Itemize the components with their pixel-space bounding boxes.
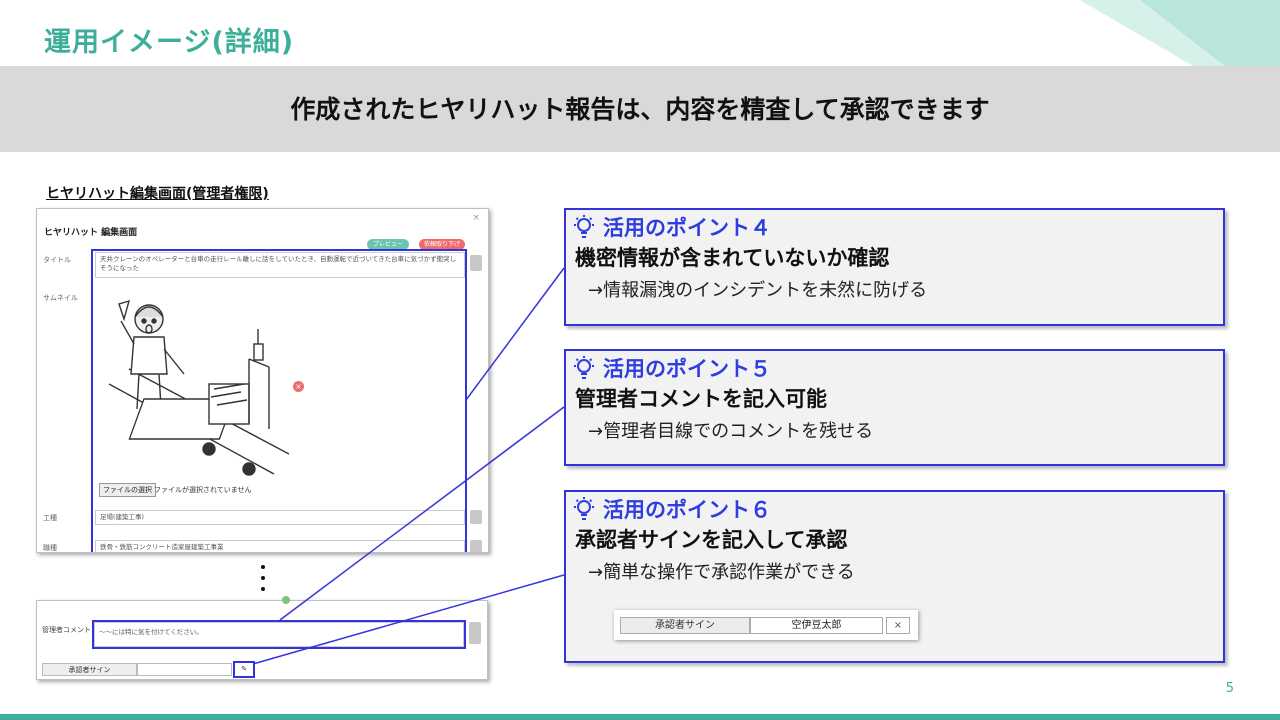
slide-title: 運用イメージ(詳細) [44, 27, 295, 58]
sign-field[interactable] [137, 663, 232, 676]
clear-sign-button[interactable]: × [886, 617, 910, 634]
callout-heading: 機密情報が含まれていないか確認 [575, 246, 890, 270]
ellipsis-dot [261, 587, 265, 591]
callout-description: →管理者目線でのコメントを残せる [588, 421, 874, 442]
callout-label: 活用のポイント４ [603, 216, 771, 240]
sign-example-value[interactable]: 空伊豆太郎 [750, 617, 883, 634]
callout-header: 活用のポイント６ [571, 496, 771, 522]
callout-heading: 承認者サインを記入して承認 [575, 528, 848, 552]
work-type-label: 工種 [43, 514, 57, 522]
content-highlight-frame [91, 249, 467, 552]
headline-text: 作成されたヒヤリハット報告は、内容を精査して承認できます [290, 95, 990, 124]
lightbulb-icon [574, 497, 594, 520]
edit-screen-window: × ヒヤリハット 編集画面 プレビュー 依頼取り下げ タイトル 天井クレーンのオ… [36, 208, 489, 553]
callout-description: →簡単な操作で承認作業ができる [588, 562, 855, 583]
edit-screen-title: ヒヤリハット 編集画面 [44, 228, 138, 238]
job-type-dropdown[interactable] [470, 540, 482, 552]
callout-header: 活用のポイント５ [571, 355, 771, 381]
callout-label: 活用のポイント５ [603, 357, 771, 381]
callout-label: 活用のポイント６ [603, 498, 771, 522]
callout-header: 活用のポイント４ [571, 214, 771, 240]
callout-point-6: 活用のポイント６ 承認者サインを記入して承認 →簡単な操作で承認作業ができる 承… [564, 490, 1225, 663]
callout-description: →情報漏洩のインシデントを未然に防げる [588, 280, 928, 301]
ellipsis-dot [261, 576, 265, 580]
comment-label: 管理者コメント [42, 626, 91, 634]
callout-heading: 管理者コメントを記入可能 [575, 387, 827, 411]
status-dot [282, 596, 290, 604]
sign-highlight-frame [233, 661, 255, 678]
page-number: 5 [1225, 681, 1234, 696]
callout-point-5: 活用のポイント５ 管理者コメントを記入可能 →管理者目線でのコメントを残せる [564, 349, 1225, 466]
thumbnail-label: サムネイル [43, 294, 78, 302]
sign-example: 承認者サイン 空伊豆太郎 × [614, 610, 918, 640]
corner-decoration [1080, 0, 1280, 70]
lightbulb-icon [574, 215, 594, 238]
lightbulb-icon [574, 356, 594, 379]
sign-label: 承認者サイン [42, 663, 137, 676]
comment-highlight-frame [92, 620, 466, 649]
title-field-label: タイトル [43, 256, 71, 264]
screenshot-caption: ヒヤリハット編集画面(管理者権限) [46, 186, 269, 202]
bottom-accent-bar [0, 714, 1280, 720]
title-field-button[interactable] [470, 255, 482, 271]
close-icon[interactable]: × [472, 213, 480, 223]
callout-point-4: 活用のポイント４ 機密情報が含まれていないか確認 →情報漏洩のインシデントを未然… [564, 208, 1225, 326]
ellipsis-dot [261, 565, 265, 569]
admin-panel-window: 管理者コメント ～～には特に気を付けてください。 承認者サイン ✎ [36, 600, 488, 680]
job-type-label: 職種 [43, 544, 57, 552]
headline-banner: 作成されたヒヤリハット報告は、内容を精査して承認できます [0, 66, 1280, 152]
work-type-dropdown[interactable] [470, 510, 482, 524]
sign-example-label: 承認者サイン [620, 617, 750, 634]
comment-field-button[interactable] [469, 622, 481, 644]
